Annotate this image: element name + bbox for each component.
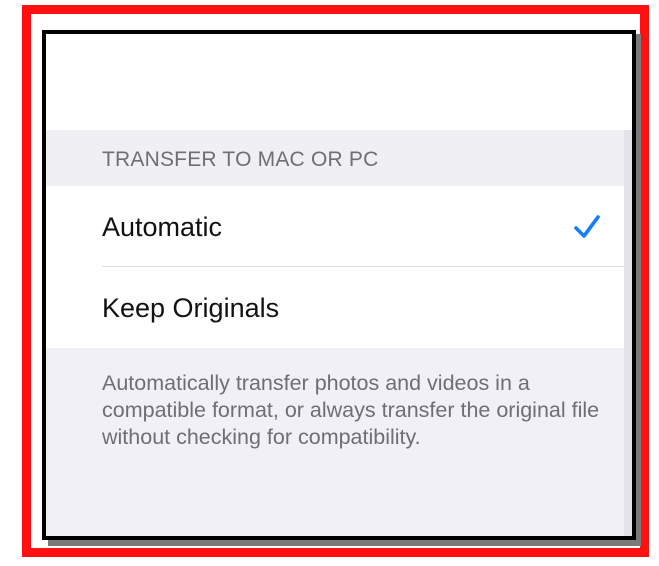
section-header-title: TRANSFER TO MAC OR PC (102, 148, 379, 171)
option-keep-originals-label: Keep Originals (102, 293, 280, 323)
top-blank-area (46, 34, 632, 130)
screen-edge-shade (624, 130, 632, 536)
transfer-options-group: Automatic Keep Originals (46, 186, 632, 348)
option-keep-originals[interactable]: Keep Originals (46, 267, 632, 348)
option-automatic-label: Automatic (102, 212, 223, 242)
option-automatic[interactable]: Automatic (46, 186, 632, 267)
section-header: TRANSFER TO MAC OR PC (46, 130, 632, 186)
footer-description: Automatically transfer photos and videos… (102, 371, 600, 449)
checkmark-icon (574, 215, 600, 238)
settings-screen: TRANSFER TO MAC OR PC Automatic Keep Ori… (42, 30, 636, 540)
